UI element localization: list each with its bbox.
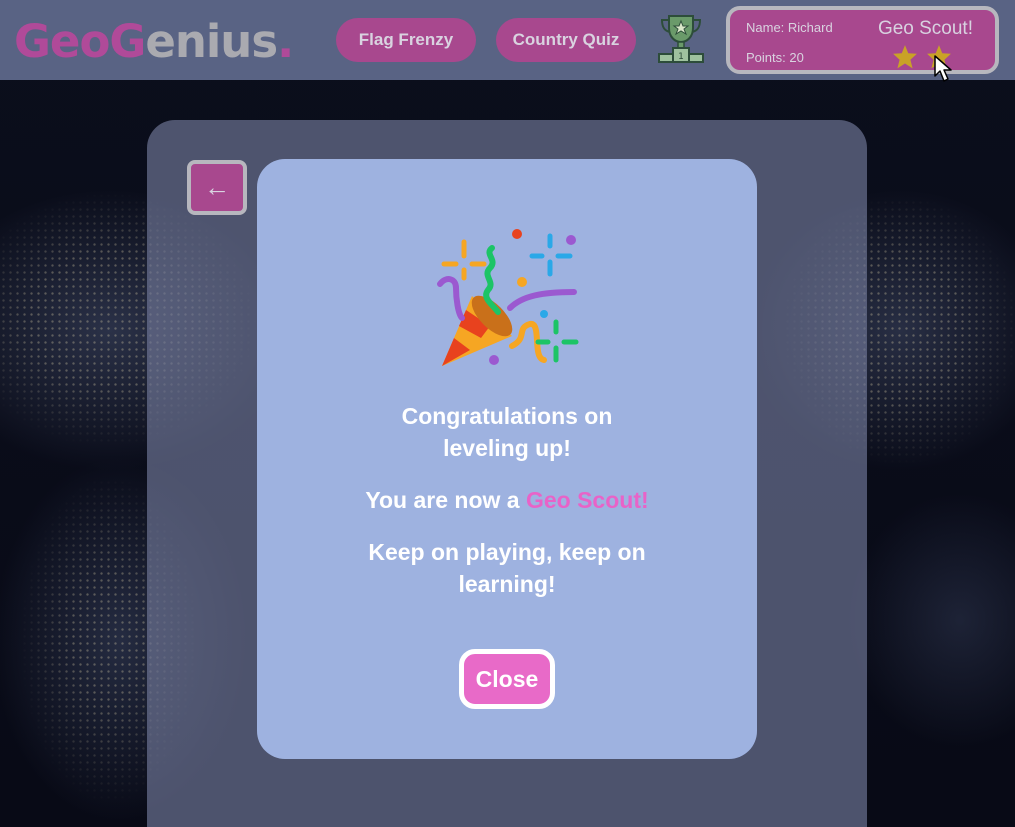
congrats-message: Congratulations on leveling up!	[257, 400, 757, 464]
new-rank-name: Geo Scout!	[525, 487, 649, 513]
congrats-line-1: Congratulations on	[401, 403, 613, 429]
encourage-line-1: Keep on playing, keep on	[368, 539, 646, 565]
party-popper-icon	[437, 229, 579, 366]
trophy-icon[interactable]: 1	[656, 12, 706, 64]
mouse-cursor-icon	[934, 55, 952, 82]
profile-name: Name: Richard	[746, 20, 833, 35]
star-icon	[893, 45, 917, 69]
encourage-line-2: learning!	[458, 571, 556, 597]
new-rank-prefix: You are now a	[365, 487, 526, 513]
app-logo[interactable]: GeoGenius.	[14, 14, 294, 70]
profile-rank: Geo Scout!	[877, 18, 973, 39]
nav-flag-frenzy-button[interactable]: Flag Frenzy	[336, 18, 476, 62]
profile-points: Points: 20	[746, 50, 804, 65]
new-rank-message: You are now a Geo Scout!	[257, 484, 757, 516]
top-header: GeoGenius. Flag Frenzy Country Quiz 1 Na…	[0, 0, 1015, 80]
logo-geo: Geo	[14, 15, 110, 68]
logo-dot: .	[277, 15, 294, 68]
nav-country-quiz-button[interactable]: Country Quiz	[496, 18, 636, 62]
logo-genius-g: G	[109, 15, 146, 68]
close-button[interactable]: Close	[459, 649, 555, 709]
encourage-message: Keep on playing, keep on learning!	[257, 536, 757, 600]
back-button[interactable]: ←	[187, 160, 247, 215]
logo-genius-rest: enius	[145, 15, 278, 68]
profile-card[interactable]: Name: Richard Points: 20 Geo Scout!	[726, 6, 999, 74]
congrats-line-2: leveling up!	[443, 435, 571, 461]
svg-text:1: 1	[678, 52, 684, 62]
